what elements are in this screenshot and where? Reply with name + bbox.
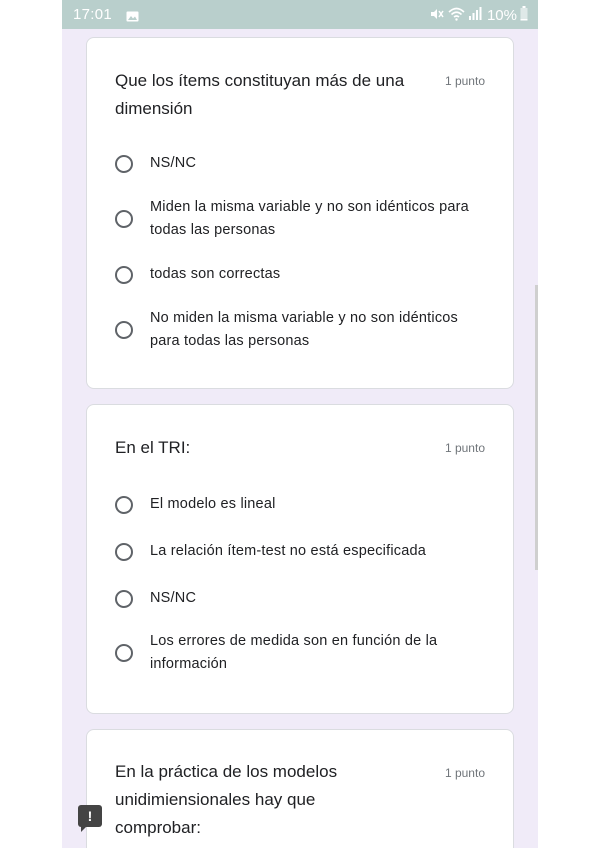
radio-button-icon[interactable] bbox=[115, 589, 133, 608]
scrollbar[interactable] bbox=[535, 285, 538, 570]
mute-icon bbox=[429, 7, 445, 25]
option-label: NS/NC bbox=[150, 155, 197, 171]
wifi-icon bbox=[448, 7, 465, 25]
radio-option[interactable]: NS/NC bbox=[115, 152, 485, 175]
option-label: El modelo es lineal bbox=[150, 496, 276, 512]
question-card: En el TRI: 1 punto El modelo es lineal L… bbox=[86, 404, 514, 714]
question-card: Que los ítems constituyan más de una dim… bbox=[86, 37, 514, 389]
radio-button-icon[interactable] bbox=[115, 210, 133, 228]
option-label: Los errores de medida son en función de … bbox=[150, 633, 438, 672]
radio-button-icon[interactable] bbox=[115, 265, 133, 284]
question-title: Que los ítems constituyan más de una dim… bbox=[115, 71, 405, 118]
radio-option[interactable]: NS/NC bbox=[115, 587, 485, 610]
gallery-icon bbox=[126, 9, 139, 26]
radio-button-icon[interactable] bbox=[115, 542, 133, 561]
question-points: 1 punto bbox=[444, 441, 485, 455]
radio-option[interactable]: No miden la misma variable y no son idén… bbox=[115, 307, 485, 353]
phone-screen: 17:01 10% Que los ítems constituyan más … bbox=[62, 0, 538, 848]
radio-button-icon[interactable] bbox=[115, 154, 133, 173]
option-label: Miden la misma variable y no son idéntic… bbox=[150, 199, 469, 238]
question-card: En la práctica de los modelos unidimiens… bbox=[86, 729, 514, 848]
radio-button-icon[interactable] bbox=[115, 644, 133, 662]
option-label: todas son correctas bbox=[150, 266, 281, 282]
radio-button-icon[interactable] bbox=[115, 321, 133, 339]
radio-option[interactable]: El modelo es lineal bbox=[115, 493, 485, 516]
question-points: 1 punto bbox=[444, 766, 485, 780]
status-time: 17:01 bbox=[73, 6, 113, 23]
battery-icon bbox=[520, 6, 528, 25]
option-label: NS/NC bbox=[150, 590, 197, 606]
question-title: En la práctica de los modelos unidimiens… bbox=[115, 762, 338, 837]
status-icons: 10% bbox=[429, 6, 528, 25]
radio-button-icon[interactable] bbox=[115, 495, 133, 514]
battery-percent: 10% bbox=[486, 7, 517, 24]
question-title: En el TRI: bbox=[115, 438, 191, 457]
radio-option[interactable]: La relación ítem-test no está especifica… bbox=[115, 540, 485, 563]
signal-icon bbox=[468, 6, 482, 25]
question-points: 1 punto bbox=[444, 74, 485, 88]
radio-option[interactable]: Miden la misma variable y no son idéntic… bbox=[115, 196, 485, 242]
radio-option[interactable]: todas son correctas bbox=[115, 263, 485, 286]
feedback-icon[interactable]: ! bbox=[78, 805, 102, 832]
option-label: No miden la misma variable y no son idén… bbox=[150, 310, 458, 349]
status-bar: 17:01 10% bbox=[62, 0, 538, 29]
radio-option[interactable]: Los errores de medida son en función de … bbox=[115, 630, 485, 676]
option-label: La relación ítem-test no está especifica… bbox=[150, 543, 426, 559]
